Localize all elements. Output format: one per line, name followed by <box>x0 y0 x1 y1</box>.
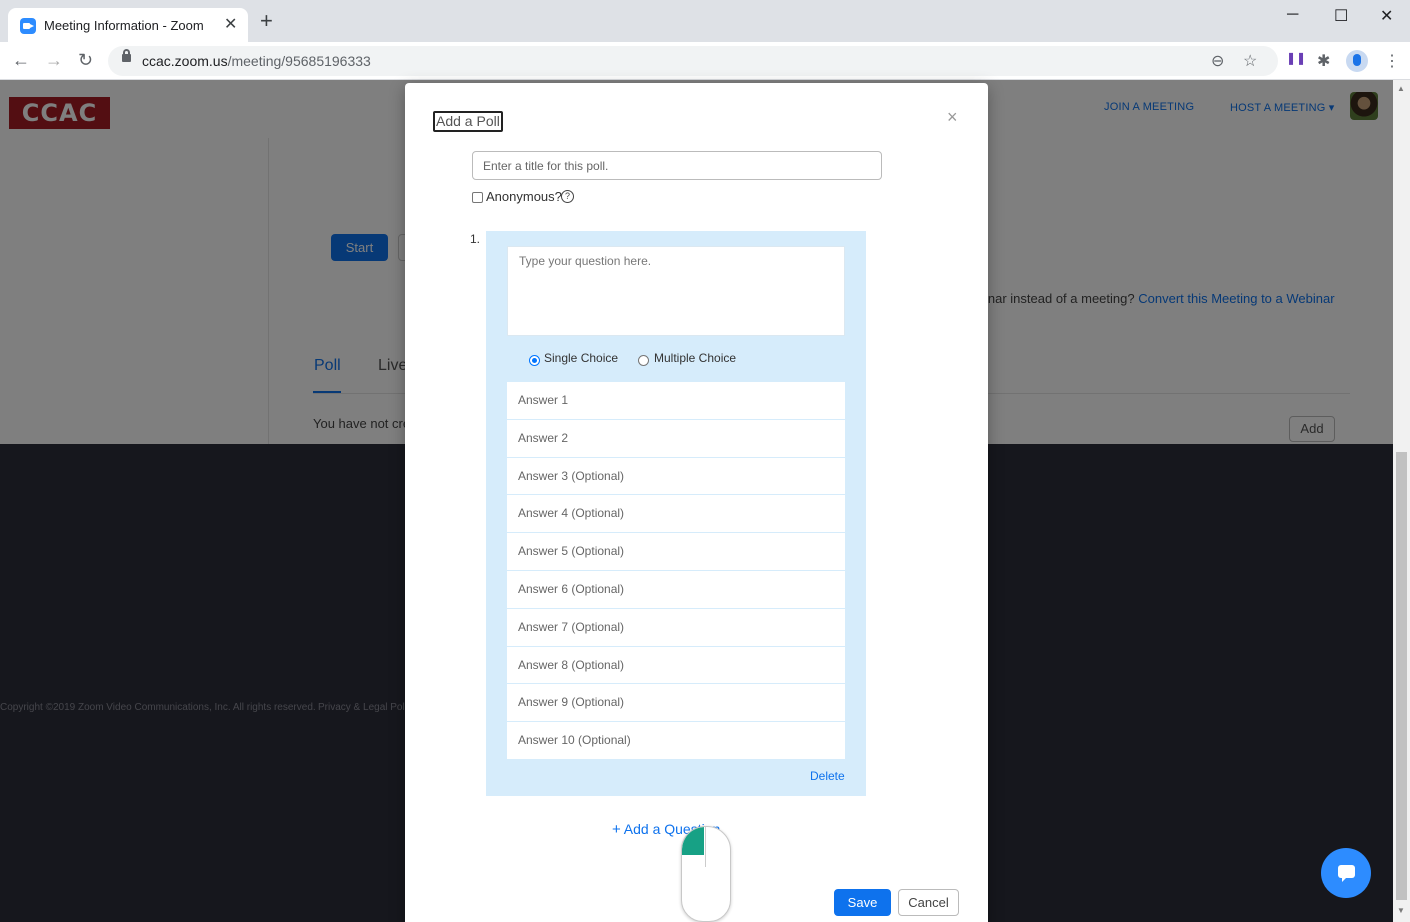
address-bar[interactable]: ccac.zoom.us/meeting/95685196333 ⊖ ☆ <box>108 46 1278 76</box>
puzzle-icon[interactable]: ✱ <box>1317 51 1330 71</box>
maximize-icon[interactable]: ☐ <box>1334 6 1348 26</box>
anonymous-checkbox[interactable] <box>472 192 483 203</box>
close-icon[interactable]: × <box>947 107 958 128</box>
answer-list: Answer 1 Answer 2 Answer 3 (Optional) An… <box>507 382 845 760</box>
mouse-cursor-icon <box>681 826 731 922</box>
browser-toolbar: ← → ↻ ccac.zoom.us/meeting/95685196333 ⊖… <box>0 42 1410 80</box>
browser-tab[interactable]: Meeting Information - Zoom ✕ <box>8 8 248 42</box>
question-number: 1. <box>470 232 481 246</box>
window-close-icon[interactable]: ✕ <box>1380 6 1393 26</box>
dialog-title: Add a Poll <box>433 111 503 132</box>
lock-icon[interactable] <box>122 49 131 62</box>
forward-icon[interactable]: → <box>45 50 63 71</box>
answer-input[interactable]: Answer 5 (Optional) <box>507 533 845 571</box>
single-choice-radio[interactable] <box>529 355 540 366</box>
tab-close-icon[interactable]: ✕ <box>224 14 237 34</box>
answer-input[interactable]: Answer 2 <box>507 419 845 458</box>
bookmark-star-icon[interactable]: ☆ <box>1243 51 1257 71</box>
answer-input[interactable]: Answer 10 (Optional) <box>507 722 845 760</box>
zoom-icon[interactable]: ⊖ <box>1211 51 1224 71</box>
scroll-up-icon[interactable]: ▲ <box>1397 84 1405 93</box>
save-button[interactable]: Save <box>834 889 891 916</box>
answer-input[interactable]: Answer 6 (Optional) <box>507 570 845 609</box>
question-card: Type your question here. Single Choice M… <box>486 231 866 796</box>
multiple-choice-label[interactable]: Multiple Choice <box>654 351 736 365</box>
poll-title-input[interactable] <box>472 151 882 180</box>
browser-menu-icon[interactable]: ⋮ <box>1384 51 1400 71</box>
new-tab-button[interactable]: + <box>260 10 273 32</box>
minimize-icon[interactable]: ─ <box>1287 6 1298 24</box>
anonymous-label[interactable]: Anonymous? <box>486 189 562 204</box>
tab-title: Meeting Information - Zoom <box>44 18 204 33</box>
cancel-button[interactable]: Cancel <box>898 889 959 916</box>
answer-input[interactable]: Answer 9 (Optional) <box>507 684 845 723</box>
extension-icon[interactable]: ❚❚ <box>1286 51 1306 65</box>
answer-input[interactable]: Answer 3 (Optional) <box>507 457 845 496</box>
help-icon[interactable]: ? <box>561 190 574 203</box>
answer-input[interactable]: Answer 8 (Optional) <box>507 646 845 685</box>
single-choice-label[interactable]: Single Choice <box>544 351 618 365</box>
multiple-choice-radio[interactable] <box>638 355 649 366</box>
answer-input[interactable]: Answer 7 (Optional) <box>507 608 845 647</box>
answer-input[interactable]: Answer 4 (Optional) <box>507 495 845 534</box>
browser-tabstrip: Meeting Information - Zoom ✕ + ─ ☐ ✕ <box>0 0 1410 42</box>
back-icon[interactable]: ← <box>12 50 30 71</box>
page-scrollbar[interactable]: ▲ ▼ <box>1393 80 1410 922</box>
mouse-divider <box>705 827 706 867</box>
chat-bubble-icon[interactable] <box>1321 848 1371 898</box>
add-poll-dialog: Add a Poll × Anonymous? ? 1. Type your q… <box>405 83 988 922</box>
delete-question-link[interactable]: Delete <box>810 769 845 783</box>
zoom-favicon-icon <box>20 18 36 34</box>
url-text[interactable]: ccac.zoom.us/meeting/95685196333 <box>142 53 371 69</box>
scroll-thumb[interactable] <box>1396 452 1407 900</box>
question-input[interactable]: Type your question here. <box>507 246 845 336</box>
answer-input[interactable]: Answer 1 <box>507 382 845 420</box>
plus-icon: + <box>612 821 621 838</box>
profile-avatar-icon[interactable] <box>1346 50 1368 72</box>
scroll-down-icon[interactable]: ▼ <box>1397 906 1405 915</box>
reload-icon[interactable]: ↻ <box>78 50 93 71</box>
